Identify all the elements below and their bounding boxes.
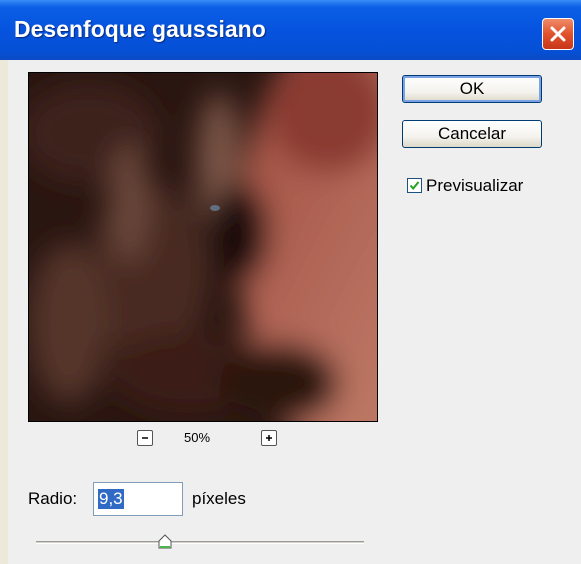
preview-checkbox[interactable] [407,178,422,193]
zoom-in-button[interactable] [261,430,277,446]
radius-unit-label: píxeles [192,489,246,508]
preview-image[interactable] [28,72,378,422]
gaussian-blur-dialog: Desenfoque gaussiano 50% OK Cancelar Pre… [0,0,581,564]
radius-slider-thumb[interactable] [157,533,173,549]
zoom-out-button[interactable] [137,430,153,446]
title-bar[interactable]: Desenfoque gaussiano [0,0,581,60]
minus-icon [142,437,148,439]
cancel-button[interactable]: Cancelar [402,120,542,148]
radius-slider-track[interactable] [36,541,364,544]
radius-input[interactable]: 9,3 [93,482,183,516]
close-icon [550,26,566,42]
window-title: Desenfoque gaussiano [14,16,266,42]
zoom-level: 50% [184,430,211,445]
preview-checkbox-label[interactable]: Previsualizar [426,176,523,196]
checkmark-icon [409,181,420,191]
radius-value: 9,3 [98,489,124,509]
ok-button[interactable]: OK [402,75,542,103]
radius-label: Radio: [28,489,78,508]
close-button[interactable] [542,18,574,50]
plus-icon [266,435,272,441]
